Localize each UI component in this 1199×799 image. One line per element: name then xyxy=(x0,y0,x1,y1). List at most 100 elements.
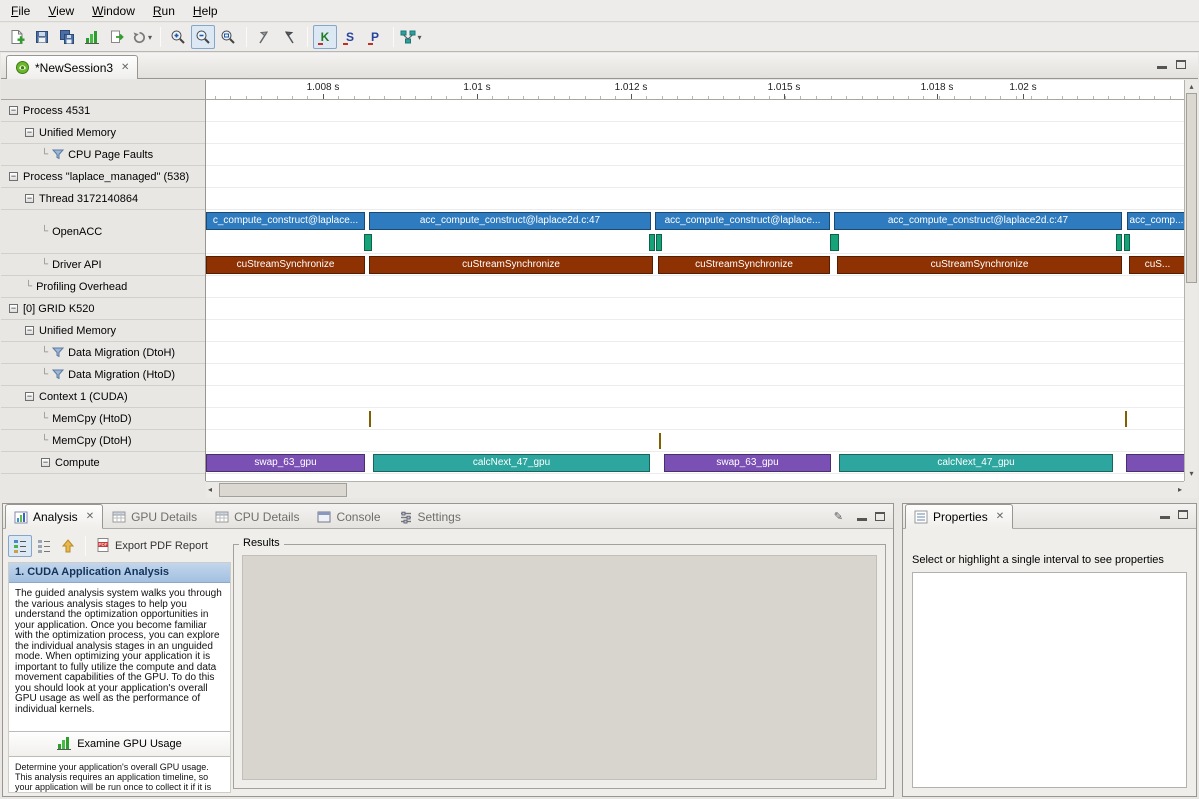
timeline-row-label[interactable]: └MemCpy (HtoD) xyxy=(1,408,205,430)
timeline-row-label[interactable]: └Data Migration (DtoH) xyxy=(1,342,205,364)
collapse-toggle[interactable]: − xyxy=(9,304,18,313)
session-tab[interactable]: *NewSession3 ✕ xyxy=(6,55,138,79)
scrollbar-thumb[interactable] xyxy=(219,483,347,497)
collapse-toggle[interactable]: − xyxy=(25,392,34,401)
memcpy-tick[interactable] xyxy=(659,433,661,449)
tab-gpu-details[interactable]: GPU Details xyxy=(103,504,206,529)
collapse-toggle[interactable]: − xyxy=(25,194,34,203)
minimize-icon[interactable] xyxy=(1157,60,1167,69)
memcpy-tick[interactable] xyxy=(369,411,371,427)
openacc-marker[interactable] xyxy=(656,234,662,251)
stream-toggle-button[interactable]: S xyxy=(338,25,362,49)
save-all-icon[interactable] xyxy=(55,25,79,49)
compute-interval[interactable] xyxy=(1126,454,1184,472)
memcpy-tick[interactable] xyxy=(1125,411,1127,427)
guided-analysis-icon[interactable] xyxy=(8,535,32,557)
up-level-icon[interactable] xyxy=(56,535,80,557)
zoom-out-icon[interactable] xyxy=(191,25,215,49)
compute-interval[interactable]: swap_63_gpu xyxy=(206,454,365,472)
export-pdf-button[interactable]: PDF Export PDF Report xyxy=(91,535,212,558)
close-icon[interactable]: ✕ xyxy=(121,62,129,73)
openacc-interval[interactable]: acc_comp... xyxy=(1127,212,1184,230)
tab-properties[interactable]: Properties ✕ xyxy=(905,504,1013,529)
timeline-row-label[interactable]: └Data Migration (HtoD) xyxy=(1,364,205,386)
driver-api-interval[interactable]: cuStreamSynchronize xyxy=(837,256,1122,274)
maximize-icon[interactable] xyxy=(875,512,885,521)
openacc-marker[interactable] xyxy=(1124,234,1130,251)
menu-run[interactable]: Run xyxy=(144,1,184,21)
collapse-toggle[interactable]: − xyxy=(25,326,34,335)
tab-console[interactable]: Console xyxy=(308,504,389,529)
new-session-icon[interactable] xyxy=(5,25,29,49)
openacc-marker[interactable] xyxy=(830,234,839,251)
tab-cpu-details[interactable]: CPU Details xyxy=(206,504,308,529)
horizontal-scrollbar[interactable]: ◂ ▸ xyxy=(206,481,1184,498)
refresh-dropdown-icon[interactable]: ▾ xyxy=(130,25,154,49)
timeline-row-label[interactable]: −Process "laplace_managed" (538) xyxy=(1,166,205,188)
collapse-toggle[interactable]: − xyxy=(9,172,18,181)
driver-api-interval[interactable]: cuStreamSynchronize xyxy=(369,256,653,274)
filter-icon[interactable] xyxy=(52,149,64,160)
menu-help[interactable]: Help xyxy=(184,1,227,21)
timeline-row-label[interactable]: −[0] GRID K520 xyxy=(1,298,205,320)
menu-view[interactable]: View xyxy=(39,1,83,21)
prev-marker-icon[interactable] xyxy=(277,25,301,49)
zoom-in-icon[interactable] xyxy=(166,25,190,49)
export-icon[interactable] xyxy=(105,25,129,49)
timeline-row-label[interactable]: └Profiling Overhead xyxy=(1,276,205,298)
driver-api-interval[interactable]: cuS... xyxy=(1129,256,1184,274)
compute-interval[interactable]: swap_63_gpu xyxy=(664,454,831,472)
vertical-scrollbar[interactable]: ▴ ▾ xyxy=(1184,80,1198,481)
view-menu-icon[interactable]: ✎ xyxy=(834,510,843,523)
driver-api-interval[interactable]: cuStreamSynchronize xyxy=(206,256,365,274)
timeline-row-label[interactable]: └MemCpy (DtoH) xyxy=(1,430,205,452)
timeline-row-label[interactable]: −Thread 3172140864 xyxy=(1,188,205,210)
openacc-marker[interactable] xyxy=(364,234,372,251)
openacc-marker[interactable] xyxy=(649,234,655,251)
timeline-chart-icon[interactable] xyxy=(80,25,104,49)
save-session-icon[interactable] xyxy=(30,25,54,49)
collapse-toggle[interactable]: − xyxy=(41,458,50,467)
next-marker-icon[interactable] xyxy=(252,25,276,49)
openacc-interval[interactable]: acc_compute_construct@laplace2d.c:47 xyxy=(369,212,651,230)
tab-settings[interactable]: Settings xyxy=(390,504,470,529)
zoom-fit-icon[interactable] xyxy=(216,25,240,49)
close-icon[interactable]: ✕ xyxy=(86,511,94,522)
timeline-row-label[interactable]: └CPU Page Faults xyxy=(1,144,205,166)
scroll-down-icon[interactable]: ▾ xyxy=(1185,468,1198,480)
filter-icon[interactable] xyxy=(52,369,64,380)
minimize-icon[interactable] xyxy=(857,512,867,521)
maximize-icon[interactable] xyxy=(1176,60,1186,69)
compute-interval[interactable]: calcNext_47_gpu xyxy=(373,454,650,472)
maximize-icon[interactable] xyxy=(1178,510,1188,519)
collapse-toggle[interactable]: − xyxy=(9,106,18,115)
minimize-icon[interactable] xyxy=(1160,510,1170,519)
scrollbar-thumb[interactable] xyxy=(1186,93,1197,283)
menu-window[interactable]: Window xyxy=(83,1,144,21)
timeline-row-label[interactable]: −Process 4531 xyxy=(1,100,205,122)
process-toggle-button[interactable]: P xyxy=(363,25,387,49)
scroll-right-icon[interactable]: ▸ xyxy=(1178,484,1182,496)
openacc-interval[interactable]: acc_compute_construct@laplace2d.c:47 xyxy=(834,212,1122,230)
unguided-analysis-icon[interactable] xyxy=(32,535,56,557)
scroll-left-icon[interactable]: ◂ xyxy=(208,484,212,496)
kernel-toggle-button[interactable]: K xyxy=(313,25,337,49)
openacc-interval[interactable]: acc_compute_construct@laplace... xyxy=(655,212,830,230)
compute-interval[interactable]: calcNext_47_gpu xyxy=(839,454,1113,472)
timeline-row-label[interactable]: −Compute xyxy=(1,452,205,474)
filter-icon[interactable] xyxy=(52,347,64,358)
tab-analysis[interactable]: Analysis✕ xyxy=(5,504,103,529)
close-icon[interactable]: ✕ xyxy=(996,511,1004,522)
scroll-up-icon[interactable]: ▴ xyxy=(1185,81,1198,93)
openacc-interval[interactable]: c_compute_construct@laplace... xyxy=(206,212,365,230)
timeline-row-label[interactable]: −Unified Memory xyxy=(1,122,205,144)
menu-file[interactable]: File xyxy=(2,1,39,21)
driver-api-interval[interactable]: cuStreamSynchronize xyxy=(658,256,830,274)
collapse-toggle[interactable]: − xyxy=(25,128,34,137)
examine-gpu-usage-button[interactable]: Examine GPU Usage xyxy=(9,731,230,757)
openacc-marker[interactable] xyxy=(1116,234,1122,251)
timeline-row-label[interactable]: −Context 1 (CUDA) xyxy=(1,386,205,408)
analysis-dropdown-icon[interactable]: ▾ xyxy=(399,25,423,49)
timeline-row-label[interactable]: −Unified Memory xyxy=(1,320,205,342)
timeline-row-label[interactable]: └OpenACC xyxy=(1,210,205,254)
